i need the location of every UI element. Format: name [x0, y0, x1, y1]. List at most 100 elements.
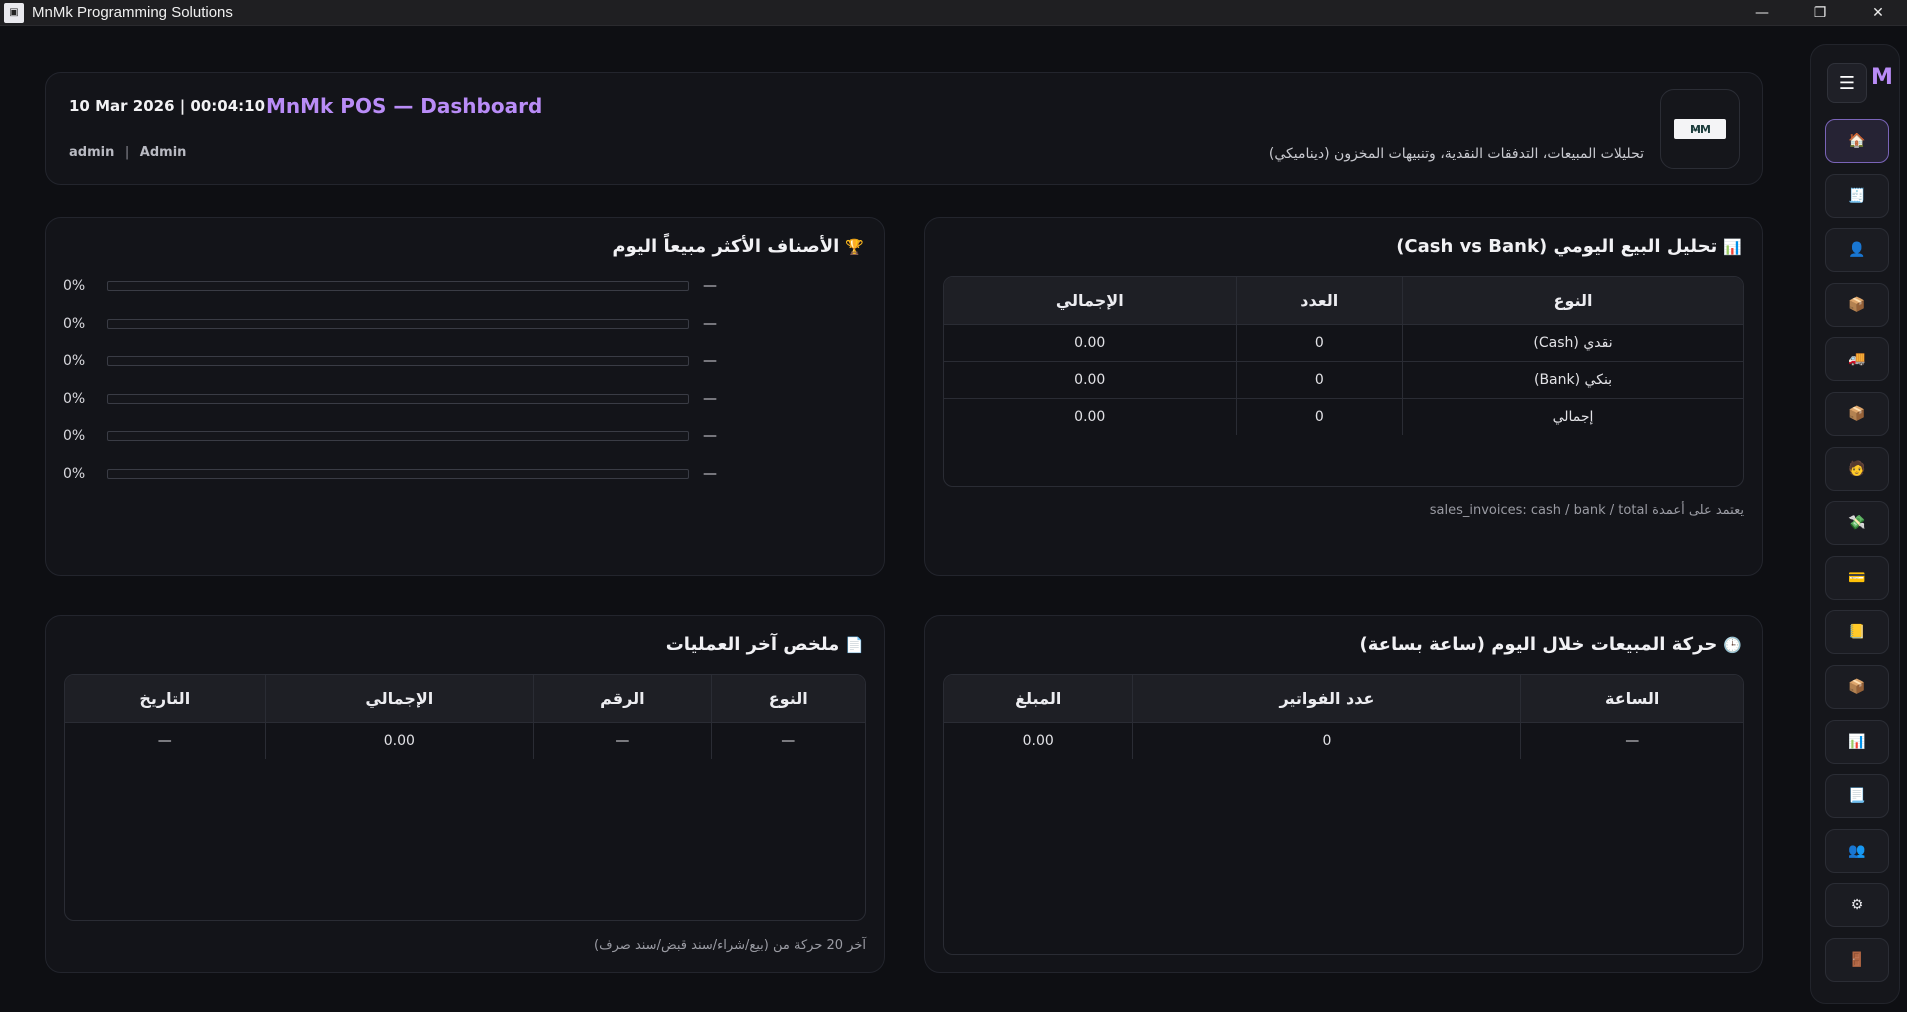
product-bar-track [107, 281, 689, 291]
product-bar-track [107, 469, 689, 479]
close-icon[interactable]: ✕ [1849, 0, 1907, 26]
daily-sales-card: 📊 تحليل البيع اليومي (Cash vs Bank) النوع… [924, 217, 1763, 576]
cell-invoice-count: 0 [1132, 721, 1521, 759]
daily-sales-title-text: تحليل البيع اليومي (Cash vs Bank) [1396, 236, 1718, 257]
customer-icon: 👤 [1848, 242, 1866, 259]
sidebar-item-customer[interactable]: 👤 [1825, 228, 1889, 273]
home-icon: 🏠 [1848, 133, 1866, 149]
recent-ops-card: 📄 ملخص آخر العمليات النوع الرقم الإجمالي … [45, 615, 885, 973]
sidebar-item-logout[interactable]: 🚪 [1825, 938, 1889, 982]
sidebar-item-package[interactable]: 📦 [1825, 392, 1889, 436]
users-icon: 👥 [1848, 842, 1866, 859]
top-product-row: 0% — [63, 390, 717, 407]
sidebar-item-money[interactable]: 💸 [1825, 501, 1889, 546]
col-amount: المبلغ [944, 675, 1133, 722]
ledger-icon: 📒 [1848, 624, 1866, 641]
minimize-icon[interactable]: — [1733, 0, 1791, 26]
sidebar-item-box[interactable]: 📦 [1825, 282, 1889, 327]
col-total: الإجمالي [944, 277, 1237, 324]
col-count: العدد [1235, 277, 1403, 324]
cell-hour: — [1520, 721, 1743, 759]
money-icon: 💸 [1848, 515, 1866, 532]
cell-type: نقدي (Cash) [1402, 323, 1743, 361]
col-type: النوع [1402, 277, 1743, 324]
product-percent: 0% [63, 466, 86, 482]
sidebar-item-settings[interactable]: ⚙ [1825, 883, 1889, 928]
username: admin [69, 145, 115, 160]
table-row[interactable]: — 0 0.00 [944, 721, 1743, 759]
cell-total: 0.00 [944, 323, 1237, 361]
recent-ops-title: 📄 ملخص آخر العمليات [666, 634, 864, 655]
top-product-row: 0% — [63, 315, 717, 332]
brand-logo: M [1871, 65, 1893, 90]
daily-sales-table: النوع العدد الإجمالي نقدي (Cash) 0 0.00 … [943, 276, 1744, 487]
trophy-icon: 🏆 [845, 238, 864, 256]
clock-icon: 🕒 [1723, 636, 1742, 654]
sidebar: ☰ M 🏠 🧾 👤 📦 🚚 📦 🧑 💸 💳 📒 📦 📊 📃 👥 ⚙ 🚪 [1810, 44, 1900, 1004]
logout-icon: 🚪 [1848, 952, 1866, 968]
settings-icon: ⚙ [1850, 897, 1864, 914]
daily-sales-note: يعتمد على أعمدة sales_invoices: cash / b… [1429, 503, 1744, 518]
product-percent: 0% [63, 390, 86, 407]
product-percent: 0% [63, 353, 86, 370]
col-type: النوع [710, 675, 865, 722]
package-icon: 📦 [1848, 406, 1866, 422]
current-datetime: 10 Mar 2026 | 00:04:10 [69, 97, 266, 115]
product-name: — [703, 315, 717, 332]
sidebar-item-home[interactable]: 🏠 [1825, 119, 1889, 163]
top-product-row: 0% — [63, 428, 717, 445]
top-product-row: 0% — [63, 353, 717, 370]
cell-count: 0 [1235, 360, 1403, 398]
sidebar-item-chart[interactable]: 📊 [1825, 719, 1889, 764]
table-row[interactable]: نقدي (Cash) 0 0.00 [944, 323, 1743, 361]
sidebar-item-report[interactable]: 📃 [1825, 774, 1889, 819]
table-row[interactable]: — — 0.00 — [65, 721, 865, 759]
cell-count: 0 [1235, 397, 1403, 435]
product-bar-track [107, 393, 689, 404]
top-product-row: 0% — [63, 466, 717, 482]
product-bar-track [107, 356, 689, 367]
menu-toggle-button[interactable]: ☰ [1827, 63, 1867, 103]
col-date: التاريخ [65, 675, 266, 722]
sidebar-item-employee[interactable]: 🧑 [1825, 446, 1889, 491]
sidebar-item-inventory[interactable]: 📦 [1825, 665, 1889, 709]
page-subtitle: تحليلات المبيعات، التدفقات النقدية، وتنب… [1268, 146, 1644, 162]
sidebar-item-invoice[interactable]: 🧾 [1825, 173, 1889, 218]
table-row[interactable]: بنكي (Bank) 0 0.00 [944, 360, 1743, 398]
cell-amount: 0.00 [944, 721, 1133, 759]
window-controls: — ❐ ✕ [1733, 0, 1907, 26]
hourly-sales-title: 🕒 حركة المبيعات خلال اليوم (ساعة بساعة) [1360, 634, 1742, 655]
product-name: — [703, 353, 717, 370]
daily-sales-title: 📊 تحليل البيع اليومي (Cash vs Bank) [1396, 236, 1742, 257]
truck-icon: 🚚 [1848, 351, 1866, 368]
restore-icon[interactable]: ❐ [1791, 0, 1849, 26]
app-icon: ▣ [4, 2, 24, 23]
cell-count: 0 [1235, 323, 1403, 361]
cell-type: إجمالي [1402, 397, 1743, 435]
cell-total: 0.00 [944, 360, 1237, 398]
col-total: الإجمالي [264, 675, 534, 722]
document-icon: 📄 [845, 636, 864, 654]
sidebar-item-users[interactable]: 👥 [1825, 828, 1889, 873]
hourly-sales-title-text: حركة المبيعات خلال اليوم (ساعة بساعة) [1359, 634, 1718, 655]
product-bar-track [107, 431, 689, 442]
top-product-row: 0% — [63, 278, 717, 294]
col-hour: الساعة [1520, 675, 1743, 722]
report-icon: 📃 [1848, 788, 1866, 805]
cell-type: بنكي (Bank) [1402, 360, 1743, 398]
sidebar-item-ledger[interactable]: 📒 [1825, 610, 1889, 655]
user-separator: | [124, 145, 130, 160]
cell-number: — [533, 721, 711, 759]
window-title: MnMk Programming Solutions [32, 4, 233, 21]
sidebar-item-truck[interactable]: 🚚 [1825, 337, 1889, 382]
product-bar-track [107, 318, 689, 329]
recent-ops-note: آخر 20 حركة من (بيع/شراء/سند قبض/سند صرف… [594, 938, 866, 953]
sidebar-item-card[interactable]: 💳 [1825, 555, 1889, 600]
inventory-icon: 📦 [1848, 679, 1866, 695]
recent-ops-title-text: ملخص آخر العمليات [665, 634, 840, 655]
product-name: — [703, 428, 717, 445]
product-name: — [703, 278, 717, 294]
product-percent: 0% [63, 428, 86, 445]
product-percent: 0% [63, 315, 86, 332]
table-row[interactable]: إجمالي 0 0.00 [944, 397, 1743, 435]
